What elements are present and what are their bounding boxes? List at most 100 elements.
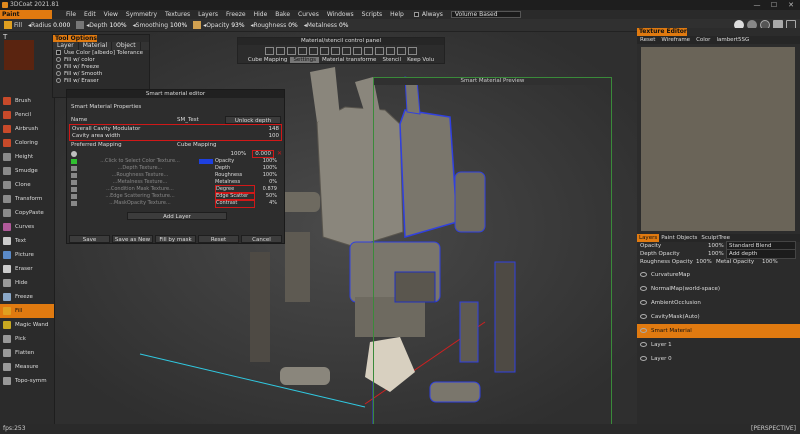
radio-button[interactable] [56,57,61,62]
zoom-icon[interactable] [408,46,417,55]
color-swatch[interactable] [199,159,213,164]
cavity-modulator-label[interactable]: Overall Cavity Modulator [72,126,140,132]
cavity-width-value[interactable]: 100 [269,133,280,139]
eye-icon[interactable] [640,356,647,361]
tool-eraser[interactable]: Eraser [0,262,54,276]
metalness-field[interactable]: ◂Metalness 0% [304,22,349,29]
menu-item-scripts[interactable]: Scripts [358,10,387,19]
layer-swatch[interactable] [71,166,77,171]
tool-copypaste[interactable]: CopyPaste [0,206,54,220]
save-button[interactable]: Save [69,235,110,243]
save-as-new-button[interactable]: Save as New [112,235,153,243]
scale-icon[interactable] [397,46,406,55]
menu-item-textures[interactable]: Textures [161,10,194,19]
grid-b-icon[interactable] [320,46,329,55]
layers-tab-layers[interactable]: Layers [637,234,660,242]
maximize-button[interactable]: ☐ [765,0,783,10]
tool-pick[interactable]: Pick [0,332,54,346]
eye-icon[interactable] [640,314,647,319]
eye-icon[interactable] [71,150,77,157]
view-mode[interactable]: [PERSPECTIVE] [751,424,796,434]
tool-option[interactable]: Fill w/ color [53,57,149,64]
tool-option[interactable]: Fill w/ Freeze [53,64,149,71]
layer-param-value[interactable]: 100% [255,158,277,165]
layer-row[interactable]: Layer 0 [637,352,800,366]
brush-preview[interactable] [4,40,34,70]
cavity-modulator-value[interactable]: 148 [269,126,280,132]
tool-height[interactable]: Height [0,150,54,164]
roughness-field[interactable]: ◂Roughness 0% [251,22,298,29]
material-layer-row[interactable]: ...MaskOpacity Texture... Contrast 4% [71,199,282,208]
tool-coloring[interactable]: Coloring [0,136,54,150]
layer-row[interactable]: Smart Material [637,324,800,338]
ms-tab-keep-volu[interactable]: Keep Volu [404,57,437,63]
close-icon[interactable]: ✕ [277,150,282,157]
menu-item-bake[interactable]: Bake [271,10,294,19]
tool-topo-symm[interactable]: Topo-symm [0,374,54,388]
layer-swatch[interactable] [71,173,77,178]
layer-param-value[interactable]: 0.879 [255,186,277,193]
layer-param-value[interactable]: 0% [255,179,277,186]
cancel-button[interactable]: Cancel [241,235,282,243]
tool-curves[interactable]: Curves [0,220,54,234]
tool-option[interactable]: Fill w/ Eraser [53,78,149,85]
tool-smudge[interactable]: Smudge [0,164,54,178]
layer-texture-slot[interactable]: ...Click to Select Color Texture... [81,158,199,165]
tile-icon[interactable] [298,46,307,55]
layer-swatch[interactable] [71,187,77,192]
minimize-button[interactable]: — [748,0,766,10]
unlock-depth-button[interactable]: Unlock depth [225,116,281,124]
tab-material[interactable]: Material [79,42,113,50]
te-reset[interactable]: Reset [637,37,658,43]
checker-icon[interactable] [331,46,340,55]
depth-field[interactable]: ◂Depth 100% [86,22,126,29]
ms-tab-material-transforme[interactable]: Material transforme [319,57,379,63]
tool-clone[interactable]: Clone [0,178,54,192]
layer-param-label[interactable]: Contrast [215,199,255,208]
tool-flatten[interactable]: Flatten [0,346,54,360]
menu-item-symmetry[interactable]: Symmetry [122,10,161,19]
layer-texture-slot[interactable]: ...Edge Scattering Texture... [81,193,199,200]
tool-option[interactable]: Fill w/ Smooth [53,71,149,78]
layer-texture-slot[interactable]: ...MaskOpacity Texture... [81,200,199,207]
layer-param-value[interactable]: 4% [255,200,277,207]
tool-magic-wand[interactable]: Magic Wand [0,318,54,332]
layer-texture-slot[interactable]: ...Depth Texture... [81,165,199,172]
smoothing-field[interactable]: ◂Smoothing 100% [133,22,188,29]
layer-row[interactable]: Layer 1 [637,338,800,352]
layer-param-value[interactable]: 100% [255,165,277,172]
tab-layer[interactable]: Layer [53,42,79,50]
texture-canvas[interactable] [641,47,795,231]
material-layer-row[interactable]: ...Depth Texture... Depth 100% [71,165,282,172]
tool-freeze[interactable]: Freeze [0,290,54,304]
cavity-width-label[interactable]: Cavity area width [72,133,120,139]
stripe-icon[interactable] [342,46,351,55]
name-field[interactable]: SM_Test [177,117,199,123]
always-checkbox[interactable] [413,12,419,17]
tool-pencil[interactable]: Pencil [0,108,54,122]
layer-row[interactable]: AmbientOcclusion [637,296,800,310]
tool-measure[interactable]: Measure [0,360,54,374]
layer-param-value[interactable]: 50% [255,193,277,200]
fill-by-mask-button[interactable]: Fill by mask [155,235,196,243]
grid-a-icon[interactable] [309,46,318,55]
tool-airbrush[interactable]: Airbrush [0,122,54,136]
layer-param-label[interactable]: Roughness [215,172,255,179]
cube-icon[interactable] [364,46,373,55]
reset-button[interactable]: Reset [198,235,239,243]
texture-editor-header[interactable]: Texture Editor [637,28,687,36]
layer-texture-slot[interactable]: ...Roughness Texture... [81,172,199,179]
layer-row[interactable]: NormalMap(world-space) [637,282,800,296]
radio-button[interactable] [56,78,61,83]
layer-texture-slot[interactable]: ...Condition Mask Texture... [81,186,199,193]
layer-param-value[interactable]: 100% [255,172,277,179]
eye-icon[interactable] [640,328,647,333]
layer-param-label[interactable]: Opacity [215,158,255,165]
eye-icon[interactable] [640,300,647,305]
menu-item-view[interactable]: View [100,10,122,19]
material-layer-row[interactable]: ...Roughness Texture... Roughness 100% [71,172,282,179]
te-wireframe[interactable]: Wireframe [658,37,693,43]
radio-button[interactable] [56,64,61,69]
preferred-mapping-select[interactable]: Cube Mapping [177,142,217,148]
ms-tab-cube-mapping[interactable]: Cube Mapping [245,57,291,63]
